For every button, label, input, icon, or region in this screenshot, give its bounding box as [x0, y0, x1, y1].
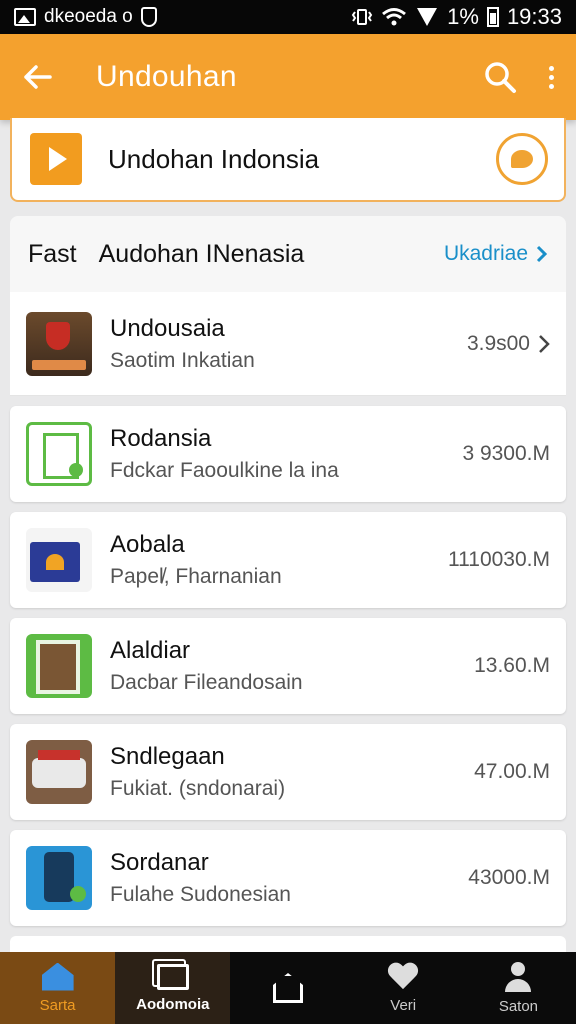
bottom-nav: Sarta Aodomoia Veri Saton	[0, 952, 576, 1024]
vibrate-icon	[351, 9, 373, 25]
item-size: 3 9300.M	[462, 442, 550, 465]
app-thumbnail	[26, 422, 92, 486]
section-link[interactable]: Ukadriae	[444, 242, 548, 266]
nav-item-favorites[interactable]: Veri	[346, 952, 461, 1024]
nav-item-profile[interactable]: Saton	[461, 952, 576, 1024]
battery-percent: 1%	[447, 4, 479, 29]
play-icon	[30, 133, 82, 185]
app-thumbnail	[26, 311, 92, 376]
download-list: Fast Audohan INenasia Ukadriae Undousaia…	[10, 216, 566, 972]
nav-item-downloads[interactable]: Aodomoia	[115, 952, 231, 1024]
item-size: 43000.M	[468, 866, 550, 889]
item-name: Aobala	[110, 531, 185, 558]
battery-icon	[486, 7, 499, 27]
nav-item-house[interactable]	[230, 952, 345, 1024]
item-subtitle: Fulahe Sudonesian	[110, 883, 291, 906]
app-thumbnail	[26, 846, 92, 910]
item-name: Sordanar	[110, 849, 209, 876]
page-title: Undouhan	[96, 60, 237, 93]
app-thumbnail	[26, 740, 92, 804]
item-subtitle: Saotim Inkatian	[110, 348, 255, 372]
item-size: 47.00.M	[474, 760, 550, 783]
chevron-right-icon	[539, 334, 550, 353]
shield-icon	[140, 7, 157, 27]
nav-item-home[interactable]: Sarta	[0, 952, 116, 1024]
app-bar: Undouhan	[0, 34, 576, 120]
app-thumbnail	[26, 634, 92, 698]
item-name: Sndlegaan	[110, 743, 225, 770]
stack-icon	[156, 963, 189, 990]
item-subtitle: Fdckar Faooulkine la ina	[110, 459, 339, 482]
section-prefix: Fast	[28, 239, 77, 268]
house-outline-icon	[273, 973, 303, 1003]
item-name: Undousaia	[110, 314, 225, 342]
item-size: 3.9s00	[466, 331, 530, 355]
nav-label: Aodomoia	[136, 995, 210, 1013]
item-subtitle: Papel̸, Fharnanian	[110, 565, 282, 588]
nav-label: Veri	[390, 996, 417, 1014]
item-subtitle: Fukiat. (sndonarai)	[110, 777, 286, 800]
section-link-label: Ukadriae	[443, 242, 528, 265]
item-size: 13.60.M	[474, 654, 550, 677]
list-item[interactable]: Alaldiar Dacbar Fileandosain 13.60.M	[10, 618, 566, 714]
wifi-icon	[382, 8, 407, 26]
item-subtitle: Dacbar Fileandosain	[110, 671, 303, 694]
item-size: 1110030.M	[448, 548, 550, 571]
home-icon	[41, 962, 74, 991]
nav-label: Saton	[498, 997, 539, 1015]
gallery-icon	[14, 8, 36, 26]
section-header: Fast Audohan INenasia Ukadriae	[10, 216, 566, 292]
chevron-right-icon	[536, 245, 548, 263]
signal-icon	[417, 8, 438, 26]
featured-title: Undohan Indonsia	[108, 143, 320, 174]
app-thumbnail	[26, 528, 92, 592]
status-carrier: dkeoeda o	[44, 6, 133, 27]
featured-card[interactable]: Undohan Indonsia	[10, 118, 566, 202]
nav-label: Sarta	[39, 996, 76, 1014]
list-item[interactable]: Undousaia Saotim Inkatian 3.9s00	[10, 292, 566, 396]
item-name: Rodansia	[110, 425, 212, 452]
section-title: Audohan INenasia	[98, 239, 305, 268]
item-name: Alaldiar	[110, 637, 191, 664]
search-icon[interactable]	[483, 60, 517, 94]
list-item[interactable]: Aobala Papel̸, Fharnanian 1110030.M	[10, 512, 566, 608]
person-icon	[503, 961, 533, 992]
list-item[interactable]: Rodansia Fdckar Faooulkine la ina 3 9300…	[10, 406, 566, 502]
arrow-left-icon[interactable]	[22, 64, 52, 90]
list-item[interactable]: Sndlegaan Fukiat. (sndonarai) 47.00.M	[10, 724, 566, 820]
heart-icon	[388, 963, 418, 991]
chat-icon[interactable]	[496, 133, 548, 185]
list-item[interactable]: Sordanar Fulahe Sudonesian 43000.M	[10, 830, 566, 926]
more-vert-icon[interactable]	[549, 65, 554, 89]
status-time: 19:33	[506, 4, 562, 29]
status-bar: dkeoeda o 1% 19:33	[0, 0, 576, 34]
